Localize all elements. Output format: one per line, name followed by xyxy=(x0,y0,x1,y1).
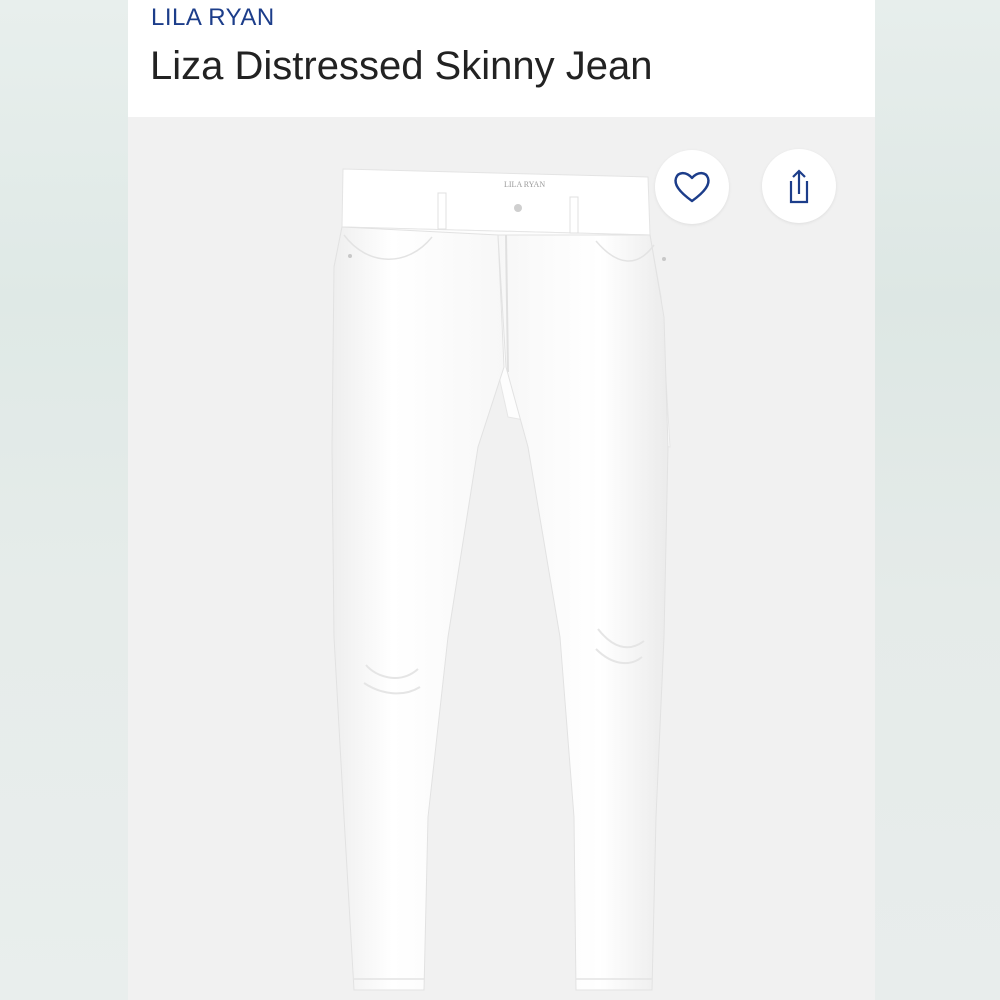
right-blur-background xyxy=(872,0,1000,1000)
brand-name[interactable]: LILA RYAN xyxy=(151,4,275,32)
share-button[interactable] xyxy=(762,149,836,223)
product-image[interactable]: LILA RYAN xyxy=(128,117,875,1000)
jeans-image: LILA RYAN xyxy=(331,168,671,991)
product-title: Liza Distressed Skinny Jean xyxy=(150,44,653,88)
share-icon xyxy=(789,169,809,204)
page: LILA RYAN Liza Distressed Skinny Jean LI… xyxy=(0,0,1000,1000)
left-blur-background xyxy=(0,0,128,1000)
tag-label: LILA RYAN xyxy=(504,180,545,189)
heart-icon xyxy=(674,171,710,203)
product-card: LILA RYAN Liza Distressed Skinny Jean LI… xyxy=(128,0,875,1000)
product-header: LILA RYAN Liza Distressed Skinny Jean xyxy=(128,0,875,117)
favorite-button[interactable] xyxy=(655,150,729,224)
